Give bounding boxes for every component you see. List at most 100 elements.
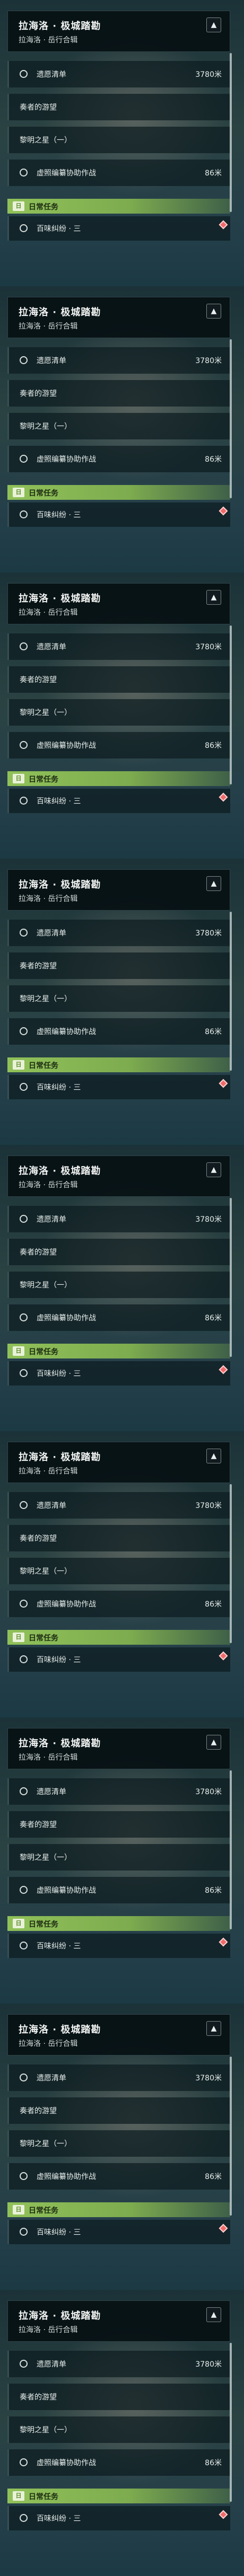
collapse-icon[interactable]: ▲ bbox=[206, 1162, 221, 1177]
objective-row[interactable]: 遗愿清单 3780米 bbox=[7, 2065, 230, 2091]
collapse-icon[interactable]: ▲ bbox=[206, 590, 221, 605]
daily-task-item[interactable]: 百味纠纷 · 三 bbox=[7, 2506, 230, 2530]
objective-circle-icon bbox=[20, 169, 28, 177]
daily-task-header[interactable]: 日 日常任务 bbox=[7, 485, 230, 500]
collapse-icon[interactable]: ▲ bbox=[206, 304, 221, 319]
quest-header[interactable]: 拉海洛 · 极城踏勘 拉海洛 · 岳行合辑 ▲ bbox=[7, 297, 230, 338]
quest-title: 拉海洛 · 极城踏勘 bbox=[19, 1452, 101, 1463]
objective-row[interactable]: 奏者的游望 bbox=[7, 952, 230, 979]
daily-task-header[interactable]: 日 日常任务 bbox=[7, 199, 230, 214]
quest-header[interactable]: 拉海洛 · 极城踏勘 拉海洛 · 岳行合辑 ▲ bbox=[7, 1155, 230, 1197]
objective-distance: 3780米 bbox=[195, 2360, 222, 2369]
quest-header[interactable]: 拉海洛 · 极城踏勘 拉海洛 · 岳行合辑 ▲ bbox=[7, 2300, 230, 2342]
objective-label: 遗愿清单 bbox=[37, 1215, 66, 1224]
objective-row[interactable]: 奏者的游望 bbox=[7, 666, 230, 693]
quest-header[interactable]: 拉海洛 · 极城踏勘 拉海洛 · 岳行合辑 ▲ bbox=[7, 11, 230, 52]
scrollbar[interactable] bbox=[230, 912, 232, 1071]
objective-row[interactable]: 虚照编纂协助作战 86米 bbox=[7, 2163, 230, 2190]
daily-task-item[interactable]: 百味纠纷 · 三 bbox=[7, 1647, 230, 1672]
daily-task-item[interactable]: 百味纠纷 · 三 bbox=[7, 502, 230, 527]
objective-row[interactable]: 奏者的游望 bbox=[7, 1811, 230, 1838]
objective-row[interactable]: 奏者的游望 bbox=[7, 2384, 230, 2410]
objective-circle-icon bbox=[20, 224, 28, 232]
daily-task-item[interactable]: 百味纠纷 · 三 bbox=[7, 216, 230, 241]
objective-row[interactable]: 虚照编纂协助作战 86米 bbox=[7, 732, 230, 758]
collapse-icon[interactable]: ▲ bbox=[206, 2307, 221, 2322]
daily-task-header[interactable]: 日 日常任务 bbox=[7, 1057, 230, 1072]
scrollbar[interactable] bbox=[230, 2057, 232, 2216]
collapse-icon[interactable]: ▲ bbox=[206, 1735, 221, 1750]
objective-row[interactable]: 奏者的游望 bbox=[7, 380, 230, 407]
objective-row[interactable]: 黎明之星（一） bbox=[7, 413, 230, 439]
daily-task-item-label: 百味纠纷 · 三 bbox=[37, 2228, 81, 2237]
objective-row[interactable]: 黎明之星（一） bbox=[7, 1558, 230, 1584]
quest-header[interactable]: 拉海洛 · 极城踏勘 拉海洛 · 岳行合辑 ▲ bbox=[7, 869, 230, 911]
objective-row[interactable]: 虚照编纂协助作战 86米 bbox=[7, 1018, 230, 1045]
quest-tracker-panel: 拉海洛 · 极城踏勘 拉海洛 · 岳行合辑 ▲ 遗愿清单 3780米 奏者的游望… bbox=[0, 1717, 244, 2004]
daily-task-item[interactable]: 百味纠纷 · 三 bbox=[7, 2220, 230, 2244]
objective-row[interactable]: 虚照编纂协助作战 86米 bbox=[7, 1591, 230, 1617]
objective-row[interactable]: 黎明之星（一） bbox=[7, 985, 230, 1012]
objective-row[interactable]: 虚照编纂协助作战 86米 bbox=[7, 2449, 230, 2476]
objective-row[interactable]: 奏者的游望 bbox=[7, 94, 230, 120]
objective-row[interactable]: 黎明之星（一） bbox=[7, 1272, 230, 1298]
daily-task-header[interactable]: 日 日常任务 bbox=[7, 771, 230, 786]
objective-row[interactable]: 奏者的游望 bbox=[7, 1239, 230, 1265]
collapse-icon[interactable]: ▲ bbox=[206, 17, 221, 32]
quest-header[interactable]: 拉海洛 · 极城踏勘 拉海洛 · 岳行合辑 ▲ bbox=[7, 583, 230, 624]
objective-row[interactable]: 遗愿清单 3780米 bbox=[7, 347, 230, 374]
scrollbar[interactable] bbox=[230, 339, 232, 498]
daily-task-item[interactable]: 百味纠纷 · 三 bbox=[7, 1361, 230, 1386]
objective-circle-icon bbox=[20, 2458, 28, 2466]
objective-row[interactable]: 虚照编纂协助作战 86米 bbox=[7, 1304, 230, 1331]
objective-row[interactable]: 虚照编纂协助作战 86米 bbox=[7, 1877, 230, 1903]
daily-task-header[interactable]: 日 日常任务 bbox=[7, 2489, 230, 2503]
objective-row[interactable]: 遗愿清单 3780米 bbox=[7, 1778, 230, 1805]
daily-task-label: 日常任务 bbox=[29, 775, 58, 784]
objective-distance: 3780米 bbox=[195, 1502, 222, 1510]
objective-row[interactable]: 奏者的游望 bbox=[7, 1525, 230, 1551]
quest-subtitle: 拉海洛 · 岳行合辑 bbox=[19, 1181, 78, 1189]
daily-task-item-label: 百味纠纷 · 三 bbox=[37, 1942, 81, 1951]
objective-circle-icon bbox=[20, 356, 28, 364]
daily-task-header[interactable]: 日 日常任务 bbox=[7, 2202, 230, 2217]
objective-row[interactable]: 遗愿清单 3780米 bbox=[7, 61, 230, 87]
daily-task-item[interactable]: 百味纠纷 · 三 bbox=[7, 1075, 230, 1099]
objective-row[interactable]: 黎明之星（一） bbox=[7, 2416, 230, 2443]
objective-distance: 86米 bbox=[205, 1886, 222, 1895]
objective-row[interactable]: 黎明之星（一） bbox=[7, 1844, 230, 1871]
daily-task-item[interactable]: 百味纠纷 · 三 bbox=[7, 1934, 230, 1958]
collapse-icon[interactable]: ▲ bbox=[206, 876, 221, 891]
daily-task-header[interactable]: 日 日常任务 bbox=[7, 1630, 230, 1645]
quest-header[interactable]: 拉海洛 · 极城踏勘 拉海洛 · 岳行合辑 ▲ bbox=[7, 1728, 230, 1769]
quest-header[interactable]: 拉海洛 · 极城踏勘 拉海洛 · 岳行合辑 ▲ bbox=[7, 2014, 230, 2055]
daily-task-label: 日常任务 bbox=[29, 203, 58, 211]
objective-row[interactable]: 虚照编纂协助作战 86米 bbox=[7, 446, 230, 472]
collapse-icon[interactable]: ▲ bbox=[206, 1449, 221, 1463]
scrollbar[interactable] bbox=[230, 1770, 232, 1929]
objective-circle-icon bbox=[20, 797, 28, 805]
objective-row[interactable]: 遗愿清单 3780米 bbox=[7, 1206, 230, 1232]
objective-row[interactable]: 遗愿清单 3780米 bbox=[7, 633, 230, 660]
objective-row[interactable]: 遗愿清单 3780米 bbox=[7, 920, 230, 946]
objective-row[interactable]: 黎明之星（一） bbox=[7, 699, 230, 726]
daily-task-item[interactable]: 百味纠纷 · 三 bbox=[7, 789, 230, 813]
objective-row[interactable]: 黎明之星（一） bbox=[7, 2130, 230, 2157]
daily-task-header[interactable]: 日 日常任务 bbox=[7, 1344, 230, 1358]
objective-circle-icon bbox=[20, 1942, 28, 1949]
objective-circle-icon bbox=[20, 1313, 28, 1321]
scrollbar[interactable] bbox=[230, 1484, 232, 1643]
quest-header[interactable]: 拉海洛 · 极城踏勘 拉海洛 · 岳行合辑 ▲ bbox=[7, 1442, 230, 1483]
objective-row[interactable]: 虚照编纂协助作战 86米 bbox=[7, 160, 230, 186]
objective-row[interactable]: 黎明之星（一） bbox=[7, 127, 230, 153]
scrollbar[interactable] bbox=[230, 53, 232, 212]
daily-task-header[interactable]: 日 日常任务 bbox=[7, 1916, 230, 1931]
quest-subtitle: 拉海洛 · 岳行合辑 bbox=[19, 608, 78, 617]
objective-row[interactable]: 奏者的游望 bbox=[7, 2097, 230, 2124]
objective-row[interactable]: 遗愿清单 3780米 bbox=[7, 1492, 230, 1519]
scrollbar[interactable] bbox=[230, 625, 232, 784]
scrollbar[interactable] bbox=[230, 1198, 232, 1357]
objective-row[interactable]: 遗愿清单 3780米 bbox=[7, 2351, 230, 2377]
collapse-icon[interactable]: ▲ bbox=[206, 2021, 221, 2036]
scrollbar[interactable] bbox=[230, 2343, 232, 2502]
